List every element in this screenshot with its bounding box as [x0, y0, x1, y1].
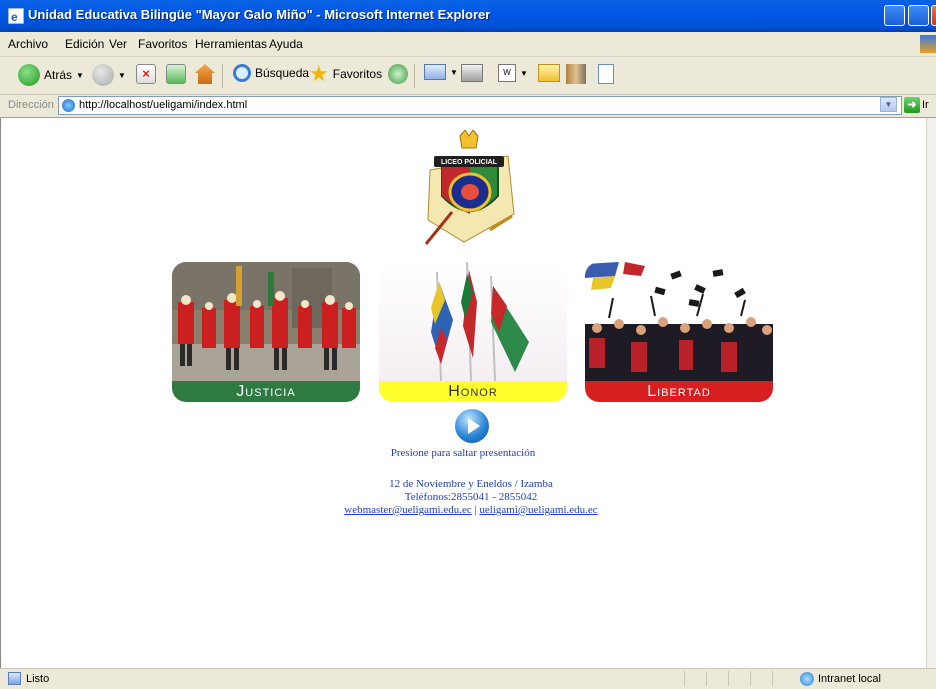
- phone-line: Teléfonos:2855041 - 2855042: [404, 491, 538, 503]
- toolbar-separator: [222, 64, 223, 88]
- menu-edicion[interactable]: Edición: [65, 37, 104, 51]
- print-icon[interactable]: [461, 64, 483, 82]
- svg-text:e: e: [11, 10, 18, 24]
- webmaster-email-link[interactable]: webmaster@ueligami.edu.ec: [344, 504, 471, 516]
- contact-email-link[interactable]: ueligami@ueligami.edu.ec: [479, 504, 597, 516]
- menu-ver[interactable]: Ver: [109, 37, 127, 51]
- star-icon: ★: [309, 61, 329, 86]
- school-crest-logo: LICEO POLICIAL G. GALO MIÑO: [424, 130, 515, 245]
- panel-libertad[interactable]: Libertad: [585, 262, 773, 402]
- crest-ring-text: G. GALO MIÑO: [456, 208, 484, 213]
- search-button[interactable]: Búsqueda: [233, 64, 309, 82]
- menu-ayuda[interactable]: Ayuda: [269, 37, 303, 51]
- minimize-button[interactable]: [884, 5, 905, 26]
- window-title: Unidad Educativa Bilingüe "Mayor Galo Mi…: [28, 7, 491, 22]
- windows-logo-icon: [920, 35, 936, 53]
- email-separator: |: [474, 504, 477, 516]
- status-cell: [706, 671, 725, 686]
- honor-label: Honor: [379, 381, 567, 402]
- go-arrow-icon[interactable]: ➜: [904, 97, 920, 113]
- zone-text: Intranet local: [818, 673, 881, 685]
- dropdown-arrow-icon: ▼: [118, 70, 126, 80]
- close-button[interactable]: [931, 5, 936, 26]
- skip-presentation-text[interactable]: Presione para saltar presentación: [0, 447, 926, 459]
- status-cell: [772, 671, 791, 686]
- dropdown-arrow-icon: ▼: [450, 67, 458, 77]
- research-icon[interactable]: [566, 64, 586, 84]
- panel-justicia[interactable]: Justicia: [172, 262, 360, 402]
- menu-herramientas[interactable]: Herramientas: [195, 37, 267, 51]
- go-label[interactable]: Ir: [922, 99, 929, 111]
- dropdown-arrow-icon: ▼: [520, 68, 528, 78]
- address-bar: Dirección http://localhost/ueligami/inde…: [0, 95, 936, 118]
- play-icon[interactable]: [455, 409, 489, 443]
- document-icon[interactable]: [598, 64, 614, 84]
- favorites-label: Favoritos: [332, 67, 383, 81]
- address-line: 12 de Noviembre y Eneldos / Izamba: [389, 478, 553, 490]
- back-label: Atrás: [44, 68, 73, 82]
- menu-bar: Archivo Edición Ver Favoritos Herramient…: [0, 32, 936, 57]
- back-arrow-icon: [18, 64, 40, 86]
- page-done-icon: [8, 672, 21, 685]
- search-label: Búsqueda: [255, 66, 310, 80]
- ie-icon: e: [7, 7, 25, 25]
- status-cell: [728, 671, 747, 686]
- edit-button[interactable]: W ▼: [498, 64, 528, 82]
- address-dropdown-icon[interactable]: ▼: [880, 97, 897, 112]
- justicia-photo: [172, 262, 360, 381]
- mail-icon: [424, 64, 446, 80]
- status-text: Listo: [26, 673, 50, 685]
- history-icon[interactable]: [388, 64, 408, 84]
- status-bar: Listo Intranet local: [0, 668, 936, 689]
- address-label: Dirección: [8, 99, 54, 111]
- intranet-zone-icon: [800, 672, 814, 686]
- title-bar: e Unidad Educativa Bilingüe "Mayor Galo …: [0, 0, 936, 32]
- maximize-button[interactable]: [908, 5, 929, 26]
- toolbar: Atrás ▼ ▼ × Búsqueda ★ Favoritos ▼ W ▼: [0, 57, 936, 95]
- panel-honor[interactable]: Honor: [379, 262, 567, 402]
- back-button[interactable]: Atrás ▼: [18, 64, 84, 86]
- search-icon: [233, 64, 251, 82]
- page-icon: [62, 99, 75, 112]
- toolbar-separator: [414, 64, 415, 88]
- favorites-button[interactable]: ★ Favoritos: [309, 61, 383, 86]
- status-cell: [684, 671, 703, 686]
- dropdown-arrow-icon: ▼: [76, 70, 84, 80]
- forward-arrow-icon: [92, 64, 114, 86]
- menu-favoritos[interactable]: Favoritos: [138, 37, 187, 51]
- home-icon[interactable]: [195, 64, 215, 84]
- vertical-scrollbar[interactable]: [926, 118, 936, 668]
- address-input[interactable]: http://localhost/ueligami/index.html: [58, 96, 902, 115]
- menu-archivo[interactable]: Archivo: [8, 37, 48, 51]
- mail-button[interactable]: ▼: [424, 64, 458, 80]
- email-line: webmaster@ueligami.edu.ec | ueligami@uel…: [0, 504, 936, 517]
- status-cell: [750, 671, 769, 686]
- address-url: http://localhost/ueligami/index.html: [79, 99, 248, 111]
- forward-button[interactable]: ▼: [92, 64, 126, 86]
- libertad-photo: [585, 262, 773, 381]
- stop-icon[interactable]: ×: [136, 64, 156, 84]
- justicia-label: Justicia: [172, 381, 360, 402]
- folder-icon[interactable]: [538, 64, 560, 82]
- libertad-label: Libertad: [585, 381, 773, 402]
- edit-icon: W: [498, 64, 516, 82]
- crest-banner-text: LICEO POLICIAL: [441, 159, 498, 166]
- contact-info: 12 de Noviembre y Eneldos / Izamba Teléf…: [0, 478, 936, 517]
- refresh-icon[interactable]: [166, 64, 186, 84]
- honor-photo: [379, 262, 567, 381]
